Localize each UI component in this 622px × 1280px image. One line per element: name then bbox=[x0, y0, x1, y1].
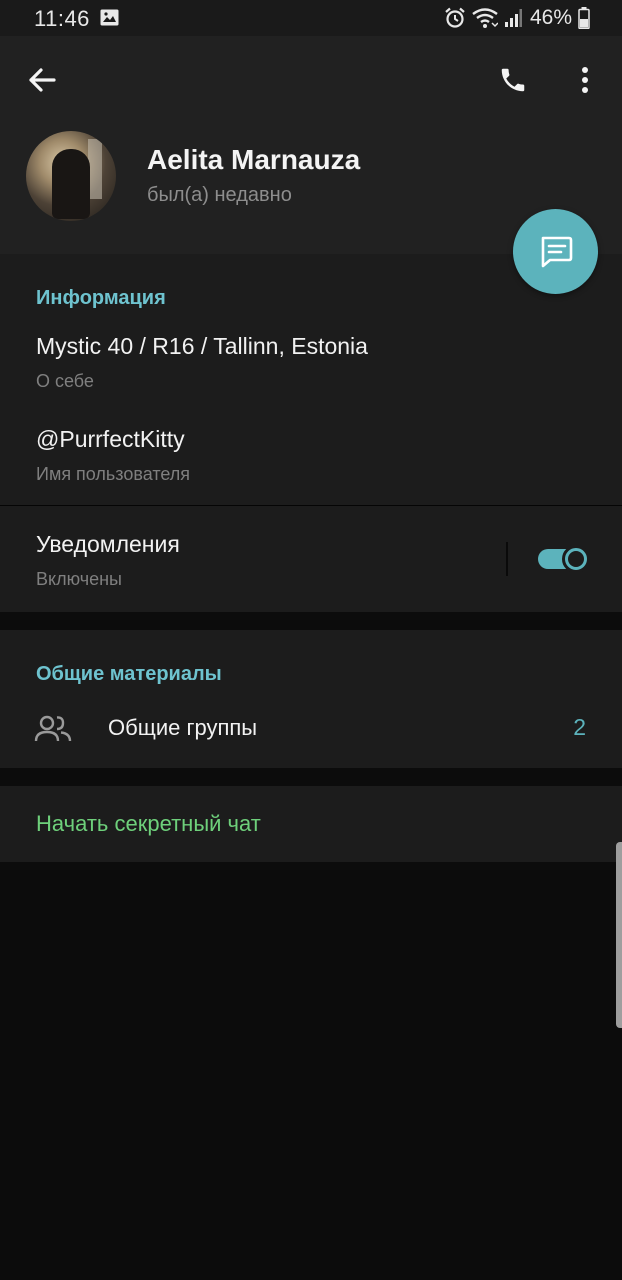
avatar-light bbox=[88, 139, 102, 199]
phone-icon bbox=[501, 68, 525, 92]
username-value[interactable]: @PurrfectKitty bbox=[36, 426, 185, 453]
back-button[interactable] bbox=[22, 60, 62, 100]
profile-last-seen: был(а) недавно bbox=[147, 184, 292, 206]
info-section: Информация Mystic 40 / R16 / Tallinn, Es… bbox=[0, 254, 622, 612]
notifications-label[interactable]: Уведомления bbox=[36, 531, 180, 558]
users-icon bbox=[34, 715, 72, 742]
notifications-toggle[interactable] bbox=[538, 545, 590, 573]
more-options-button[interactable] bbox=[569, 60, 601, 100]
info-section-title: Информация bbox=[36, 287, 166, 309]
notifications-caption: Включены bbox=[36, 569, 122, 589]
divider bbox=[0, 505, 622, 506]
start-secret-chat-button[interactable]: Начать секретный чат bbox=[36, 811, 261, 837]
avatar[interactable] bbox=[26, 131, 116, 221]
status-right-group: 46% bbox=[444, 5, 590, 31]
profile-name: Aelita Marnauza bbox=[147, 144, 361, 175]
toggle-knob bbox=[562, 545, 590, 573]
send-message-button[interactable] bbox=[513, 209, 598, 294]
common-groups-count: 2 bbox=[573, 714, 586, 740]
shared-media-section: Общие материалы Общие группы 2 bbox=[0, 630, 622, 768]
battery-icon bbox=[578, 7, 590, 29]
secret-chat-section: Начать секретный чат bbox=[0, 786, 622, 862]
signal-icon bbox=[504, 9, 522, 27]
avatar-figure bbox=[52, 149, 90, 219]
image-icon bbox=[100, 9, 119, 26]
message-icon bbox=[541, 236, 572, 267]
shared-section-title: Общие материалы bbox=[36, 663, 222, 685]
toggle-divider bbox=[506, 542, 508, 576]
more-vertical-icon bbox=[582, 67, 588, 93]
wifi-icon bbox=[472, 8, 498, 28]
common-groups-label: Общие группы bbox=[108, 715, 258, 740]
status-bar: 11:46 46% bbox=[0, 0, 622, 36]
bio-caption: О себе bbox=[36, 371, 94, 391]
call-button[interactable] bbox=[493, 60, 533, 100]
battery-percent: 46% bbox=[529, 6, 572, 29]
alarm-icon bbox=[445, 7, 465, 28]
username-caption: Имя пользователя bbox=[36, 464, 191, 484]
status-time: 11:46 bbox=[34, 6, 90, 31]
scrollbar-handle[interactable] bbox=[616, 842, 622, 1028]
arrow-left-icon bbox=[29, 68, 56, 92]
common-groups-row[interactable]: Общие группы 2 bbox=[0, 698, 622, 758]
bio-value[interactable]: Mystic 40 / R16 / Tallinn, Estonia bbox=[36, 333, 368, 360]
